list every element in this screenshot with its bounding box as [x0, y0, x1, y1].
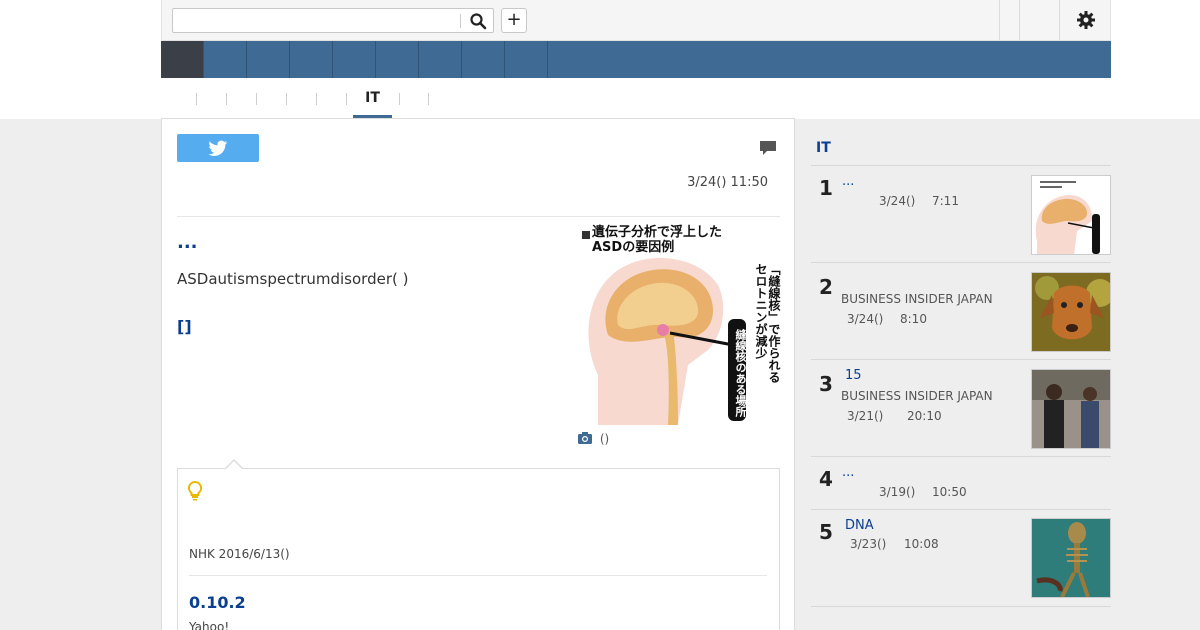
- rank-date: 3/24(): [879, 194, 916, 208]
- rank-date: 3/19(): [879, 485, 916, 499]
- rank-thumbnail[interactable]: [1031, 369, 1111, 449]
- figure-label: 縫線核のある場所: [734, 329, 747, 417]
- subtab-separator: [316, 93, 317, 105]
- rank-source: BUSINESS INSIDER JAPAN: [841, 292, 993, 306]
- ranking-item[interactable]: 3 15 BUSINESS INSIDER JAPAN 3/21() 20:10: [811, 359, 1111, 456]
- nav-item-6[interactable]: [376, 41, 419, 78]
- nav-item-3[interactable]: [247, 41, 290, 78]
- rank-date: 3/24(): [847, 312, 884, 326]
- header-bar: +: [161, 0, 1111, 41]
- brain-diagram-thumbnail: [1032, 176, 1110, 254]
- divider: [189, 575, 767, 576]
- related-link[interactable]: 0.10.2: [189, 593, 246, 612]
- related-site: Yahoo!: [189, 620, 230, 630]
- related-source: NHK 2016/6/13(): [189, 547, 290, 561]
- nav-item-2[interactable]: [204, 41, 247, 78]
- photo-caption[interactable]: (): [578, 432, 609, 446]
- subcategory-tabs: IT: [161, 78, 1111, 119]
- figure-vertical-text: 「縫線核」で作られる セロトニンが減少: [754, 263, 781, 383]
- article-title[interactable]: ...: [177, 232, 198, 253]
- rank-date: 3/21(): [847, 409, 884, 423]
- category-nav: [161, 41, 1111, 78]
- ranking-item[interactable]: 2 BUSINESS INSIDER JAPAN 3/24() 8:10: [811, 262, 1111, 359]
- comment-icon[interactable]: [759, 140, 777, 156]
- rank-title[interactable]: ...: [842, 174, 854, 189]
- search-divider: [460, 14, 461, 28]
- gear-icon[interactable]: [1076, 10, 1096, 30]
- rank-number: 4: [819, 467, 833, 491]
- rank-thumbnail[interactable]: [1031, 518, 1111, 598]
- rank-thumbnail[interactable]: [1031, 272, 1111, 352]
- rank-thumbnail[interactable]: [1031, 175, 1111, 255]
- publish-date: 3/24() 11:50: [687, 175, 768, 190]
- tab-it-label: IT: [365, 90, 380, 106]
- article-readmore-link[interactable]: []: [177, 317, 192, 336]
- search-input[interactable]: [172, 8, 494, 33]
- camera-icon: [578, 432, 592, 444]
- photo-caption-text: (): [599, 432, 610, 446]
- subtab-separator: [256, 93, 257, 105]
- add-button[interactable]: +: [501, 8, 527, 33]
- tweet-button[interactable]: [177, 134, 259, 162]
- nav-item-9[interactable]: [505, 41, 548, 78]
- subtab-separator: [286, 93, 287, 105]
- ranking-item[interactable]: 4 ... 3/19() 10:50: [811, 456, 1111, 509]
- related-box: NHK 2016/6/13() 0.10.2 Yahoo!: [177, 459, 780, 630]
- nav-item-4[interactable]: [290, 41, 333, 78]
- header-slot-1[interactable]: [999, 0, 1019, 40]
- brain-diagram-image: [582, 231, 746, 425]
- figure-title: 遺伝子分析で浮上した ASDの要因例: [592, 225, 723, 255]
- search-icon[interactable]: [469, 12, 487, 30]
- divider: [177, 216, 780, 217]
- divider: [811, 606, 1111, 607]
- article-figure[interactable]: 遺伝子分析で浮上した ASDの要因例 「縫線核」で作られる セロトニンが減少 縫線核…: [578, 225, 781, 425]
- rank-number: 2: [819, 275, 833, 299]
- rank-time: 7:11: [932, 194, 959, 208]
- article-lead: ASDautismspectrumdisorder( ): [177, 270, 409, 288]
- rank-date: 3/23(): [850, 537, 887, 551]
- rank-title[interactable]: DNA: [845, 518, 874, 533]
- rank-number: 5: [819, 520, 833, 544]
- rank-time: 8:10: [900, 312, 927, 326]
- nav-item-8[interactable]: [462, 41, 505, 78]
- people-photo-thumbnail: [1032, 370, 1110, 448]
- rank-title[interactable]: 15: [845, 368, 862, 383]
- subtab-separator: [399, 93, 400, 105]
- rank-source: BUSINESS INSIDER JAPAN: [841, 389, 993, 403]
- tab-it[interactable]: IT: [353, 78, 392, 119]
- subtab-separator: [428, 93, 429, 105]
- subtab-separator: [196, 93, 197, 105]
- nav-item-7[interactable]: [419, 41, 462, 78]
- caret: [225, 461, 243, 470]
- rank-time: 20:10: [907, 409, 942, 423]
- rank-time: 10:08: [904, 537, 939, 551]
- ranking-heading: IT: [816, 140, 831, 156]
- nav-item-home[interactable]: [161, 41, 204, 78]
- lightbulb-icon: [187, 480, 203, 501]
- dog-photo-thumbnail: [1032, 273, 1110, 351]
- rank-number: 1: [819, 176, 833, 200]
- twitter-icon: [208, 140, 228, 156]
- subtab-separator: [226, 93, 227, 105]
- subtab-separator: [346, 93, 347, 105]
- nav-item-5[interactable]: [333, 41, 376, 78]
- header-slot-2[interactable]: [1019, 0, 1059, 40]
- skeleton-photo-thumbnail: [1032, 519, 1110, 597]
- ranking-item[interactable]: 1 ... 3/24() 7:11: [811, 165, 1111, 262]
- ranking-sidebar: IT 1 ... 3/24() 7:11 2 BUSINESS INSIDER …: [811, 118, 1111, 630]
- rank-time: 10:50: [932, 485, 967, 499]
- rank-number: 3: [819, 372, 833, 396]
- ranking-item[interactable]: 5 DNA 3/23() 10:08: [811, 509, 1111, 606]
- rank-title[interactable]: ...: [842, 465, 854, 480]
- article-panel: 3/24() 11:50 ... ASDautismspectrumdisord…: [161, 118, 795, 630]
